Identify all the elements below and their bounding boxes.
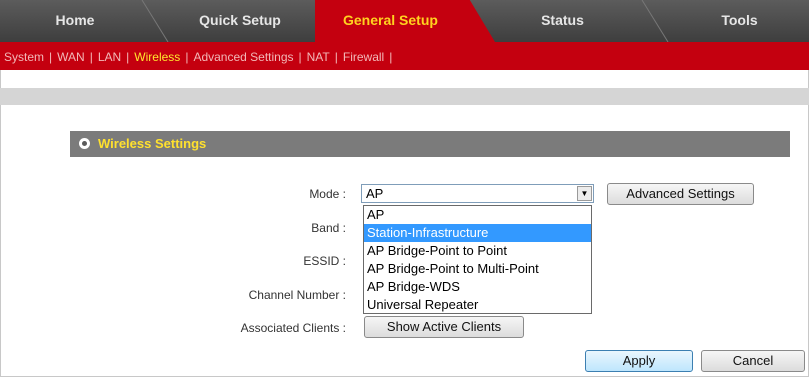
submenu-wan[interactable]: WAN bbox=[53, 50, 89, 64]
tab-quick-setup[interactable]: Quick Setup bbox=[165, 0, 315, 42]
content-top-bar bbox=[0, 88, 809, 105]
mode-dropdown-list: AP Station-Infrastructure AP Bridge-Poin… bbox=[363, 205, 592, 314]
main-nav: Home Quick Setup General Setup Status To… bbox=[0, 0, 809, 42]
tab-divider bbox=[640, 0, 670, 42]
tab-tools-label: Tools bbox=[721, 12, 758, 28]
tab-tools[interactable]: Tools bbox=[670, 0, 809, 42]
mode-select-value: AP bbox=[366, 186, 384, 201]
tab-home[interactable]: Home bbox=[0, 0, 150, 42]
section-title: Wireless Settings bbox=[98, 136, 207, 151]
tab-home-label: Home bbox=[55, 12, 95, 28]
mode-option-ap-bridge-ptmp[interactable]: AP Bridge-Point to Multi-Point bbox=[364, 260, 591, 278]
channel-number-label: Channel Number : bbox=[248, 288, 346, 302]
mode-label: Mode : bbox=[309, 187, 346, 201]
band-label: Band : bbox=[311, 221, 346, 235]
mode-option-ap[interactable]: AP bbox=[364, 206, 591, 224]
apply-button[interactable]: Apply bbox=[585, 350, 693, 372]
submenu-separator: | bbox=[298, 50, 302, 64]
submenu-separator: | bbox=[389, 50, 393, 64]
submenu-wireless[interactable]: Wireless bbox=[130, 50, 184, 64]
advanced-settings-button[interactable]: Advanced Settings bbox=[607, 183, 754, 205]
sub-nav: System | WAN | LAN | Wireless | Advanced Setting… bbox=[0, 42, 809, 70]
tab-quick-setup-label: Quick Setup bbox=[199, 12, 281, 28]
mode-option-universal-repeater[interactable]: Universal Repeater bbox=[364, 296, 591, 314]
cancel-button[interactable]: Cancel bbox=[701, 350, 805, 372]
mode-option-ap-bridge-ptp[interactable]: AP Bridge-Point to Point bbox=[364, 242, 591, 260]
show-active-clients-button[interactable]: Show Active Clients bbox=[364, 316, 524, 338]
submenu-system[interactable]: System bbox=[0, 50, 48, 64]
tab-status[interactable]: Status bbox=[495, 0, 630, 42]
tab-general-setup-label: General Setup bbox=[343, 12, 438, 28]
submenu-lan[interactable]: LAN bbox=[94, 50, 125, 64]
submenu-nat[interactable]: NAT bbox=[303, 50, 334, 64]
associated-clients-label: Associated Clients : bbox=[240, 321, 346, 335]
mode-option-station-infrastructure[interactable]: Station-Infrastructure bbox=[364, 224, 591, 242]
submenu-advanced-settings[interactable]: Advanced Settings bbox=[189, 50, 297, 64]
essid-label: ESSID : bbox=[303, 254, 346, 268]
bullet-icon bbox=[79, 138, 90, 149]
dropdown-arrow-icon[interactable]: ▼ bbox=[577, 186, 592, 201]
tab-status-label: Status bbox=[541, 12, 584, 28]
section-header: Wireless Settings bbox=[70, 131, 790, 157]
mode-option-ap-bridge-wds[interactable]: AP Bridge-WDS bbox=[364, 278, 591, 296]
mode-select[interactable]: AP ▼ bbox=[361, 184, 594, 203]
tab-general-setup[interactable]: General Setup bbox=[315, 0, 495, 42]
submenu-firewall[interactable]: Firewall bbox=[339, 50, 388, 64]
